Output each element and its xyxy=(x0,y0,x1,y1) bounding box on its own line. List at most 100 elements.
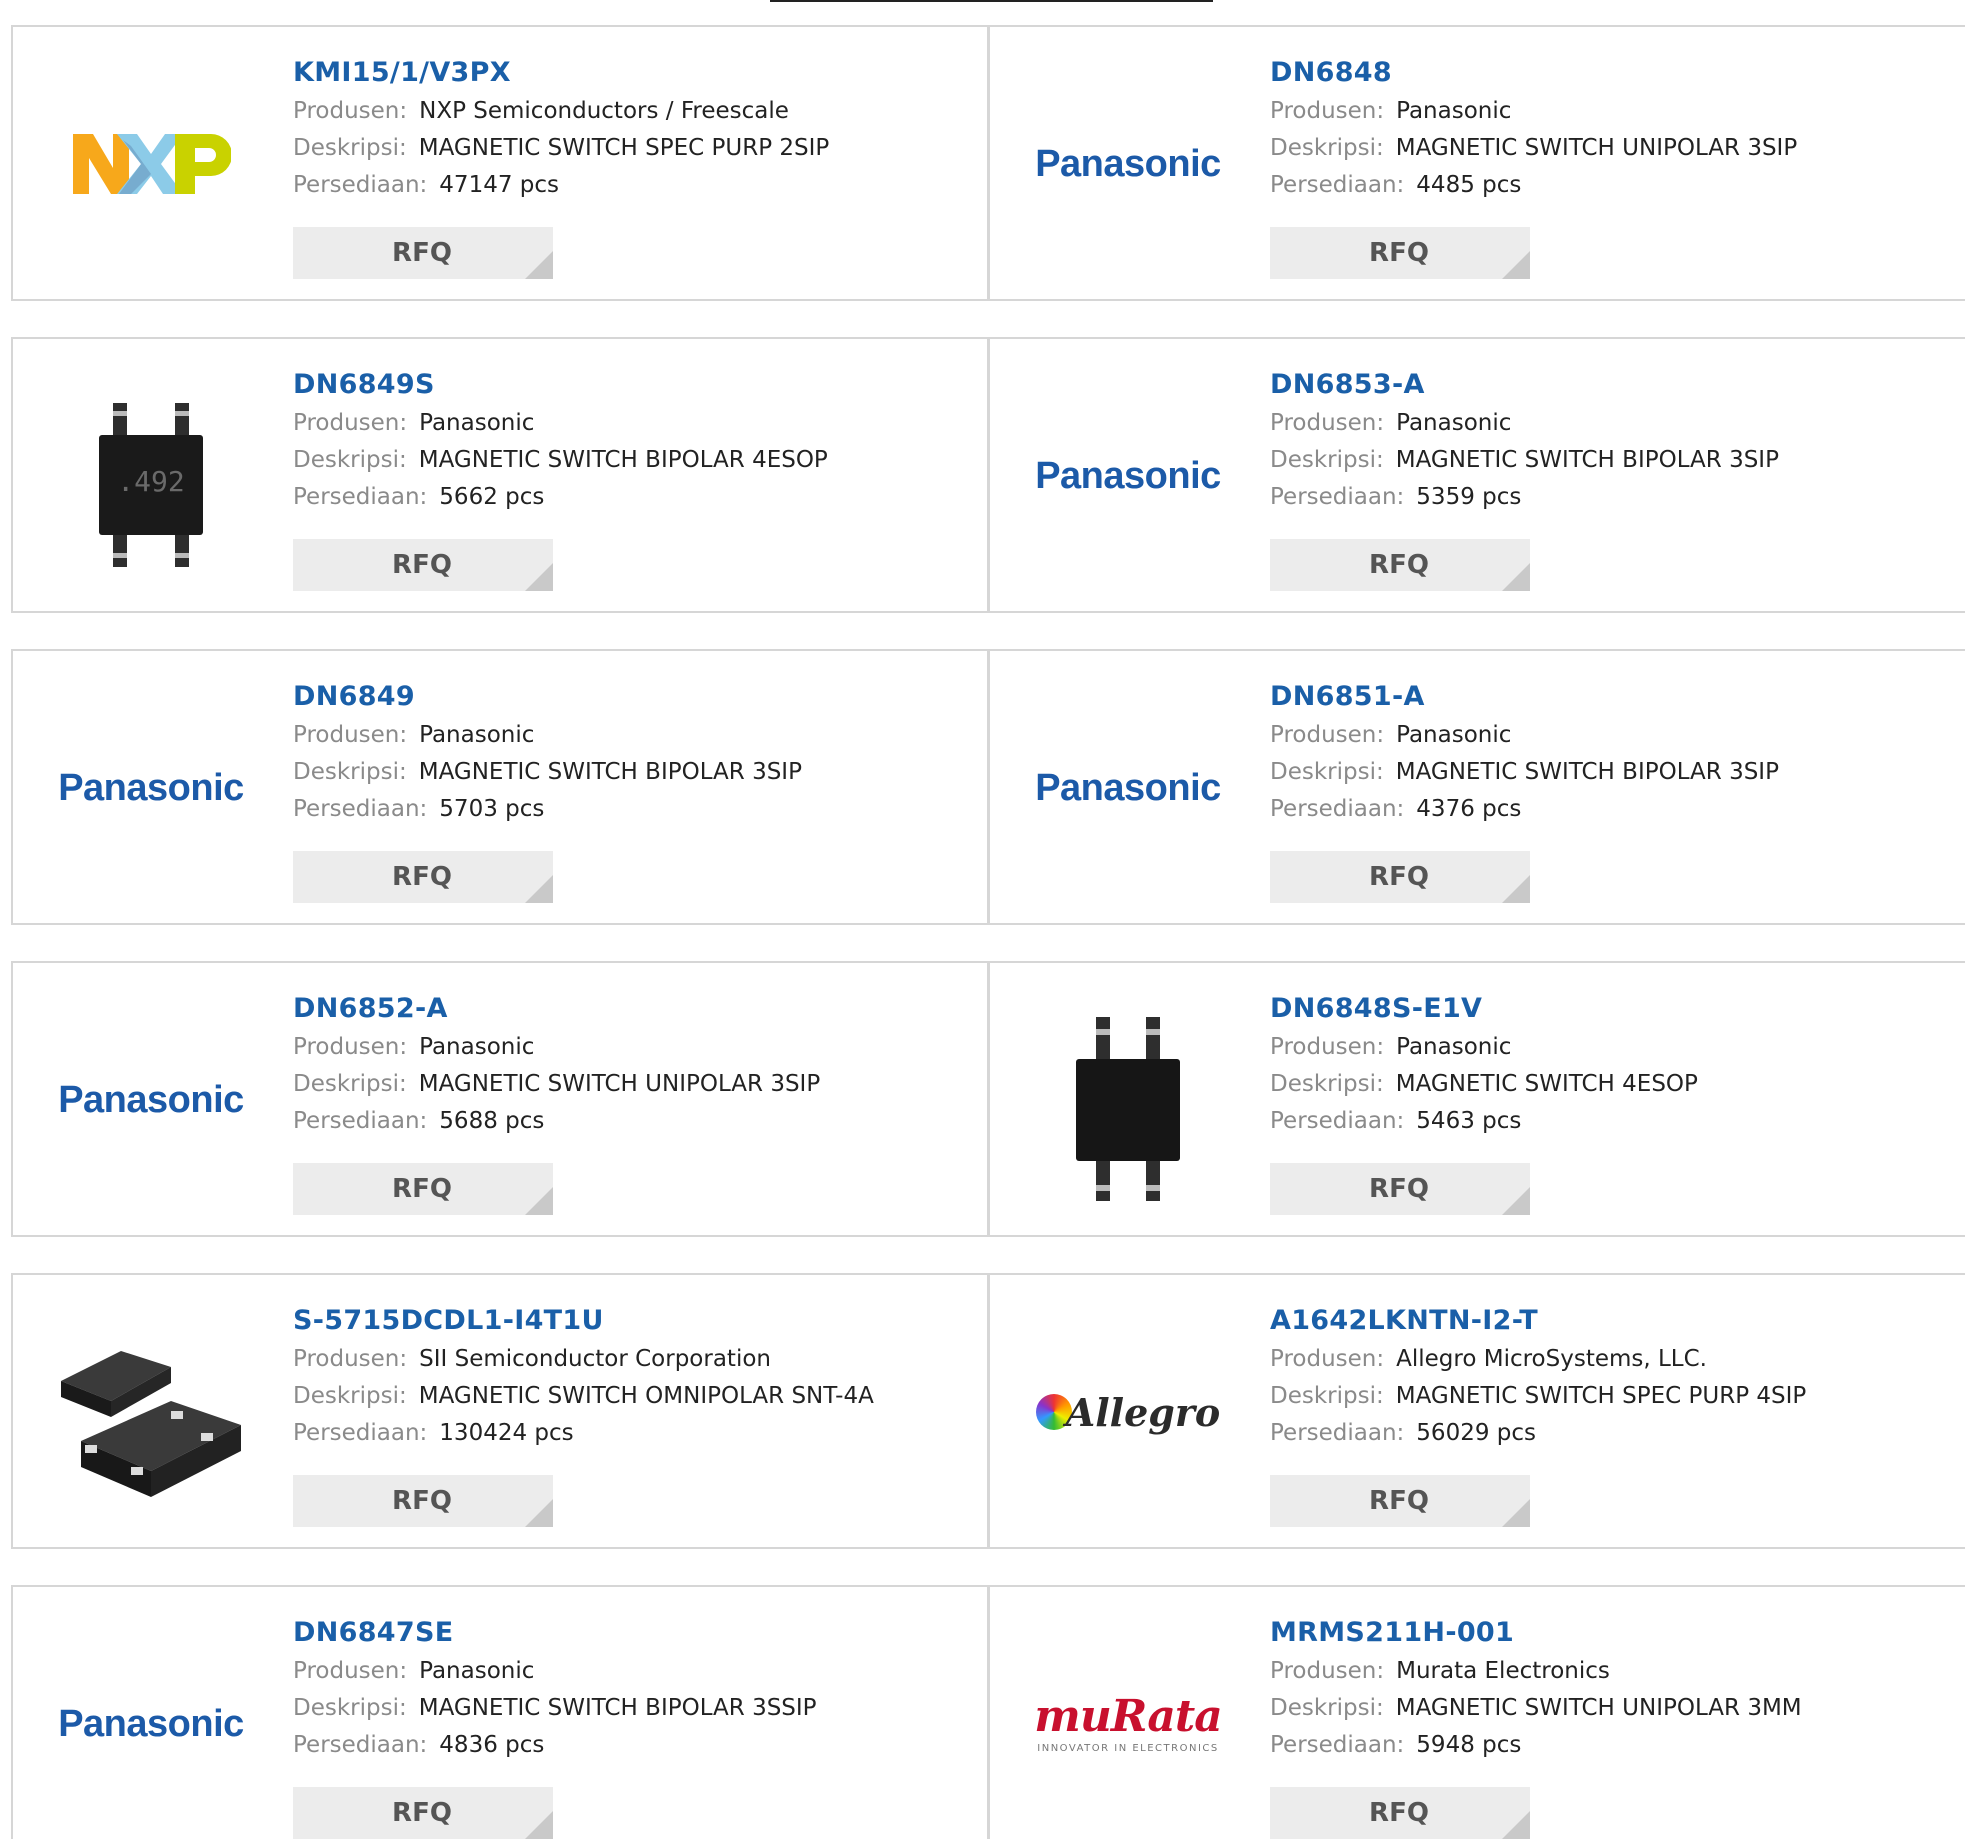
manufacturer-logo xyxy=(51,129,251,199)
rfq-button[interactable]: RFQ xyxy=(293,539,553,591)
part-number-link[interactable]: DN6851-A xyxy=(1270,677,1779,717)
product-card: Panasonic DN6849 Produsen: Panasonic Desk… xyxy=(11,649,989,925)
description-row: Deskripsi: MAGNETIC SWITCH BIPOLAR 3SIP xyxy=(293,754,802,791)
rfq-button[interactable]: RFQ xyxy=(1270,227,1530,279)
rfq-button[interactable]: RFQ xyxy=(293,851,553,903)
stock-row: Persediaan: 4836 pcs xyxy=(293,1727,817,1764)
description-value: MAGNETIC SWITCH OMNIPOLAR SNT-4A xyxy=(418,1383,874,1409)
product-info: DN6847SE Produsen: Panasonic Deskripsi: MA… xyxy=(293,1613,817,1764)
description-row: Deskripsi: MAGNETIC SWITCH OMNIPOLAR SNT-… xyxy=(293,1378,874,1415)
part-number-link[interactable]: DN6849S xyxy=(293,365,828,405)
rfq-button[interactable]: RFQ xyxy=(1270,1787,1530,1839)
product-info: DN6848S-E1V Produsen: Panasonic Deskripsi… xyxy=(1270,989,1698,1140)
manufacturer-label: Produsen: xyxy=(1270,1658,1385,1684)
description-value: MAGNETIC SWITCH UNIPOLAR 3SIP xyxy=(418,1071,821,1097)
manufacturer-value: Murata Electronics xyxy=(1396,1658,1610,1684)
product-grid: KMI15/1/V3PX Produsen: NXP Semiconductors… xyxy=(11,25,1965,1839)
part-number-link[interactable]: KMI15/1/V3PX xyxy=(293,53,829,93)
part-number-link[interactable]: MRMS211H-001 xyxy=(1270,1613,1802,1653)
part-number-link[interactable]: DN6853-A xyxy=(1270,365,1779,405)
description-label: Deskripsi: xyxy=(293,135,407,161)
description-row: Deskripsi: MAGNETIC SWITCH BIPOLAR 4ESOP xyxy=(293,442,828,479)
part-number-link[interactable]: A1642LKNTN-I2-T xyxy=(1270,1301,1806,1341)
stock-value: 4485 pcs xyxy=(1416,172,1522,198)
stock-label: Persediaan: xyxy=(293,1732,428,1758)
part-number-link[interactable]: DN6848S-E1V xyxy=(1270,989,1698,1029)
description-row: Deskripsi: MAGNETIC SWITCH BIPOLAR 3SIP xyxy=(1270,754,1779,791)
manufacturer-logo: Panasonic xyxy=(1028,753,1228,823)
product-card: Panasonic DN6853-A Produsen: Panasonic De… xyxy=(989,337,1965,613)
product-info: DN6853-A Produsen: Panasonic Deskripsi: MA… xyxy=(1270,365,1779,516)
product-card: DN6848S-E1V Produsen: Panasonic Deskripsi… xyxy=(989,961,1965,1237)
rfq-button[interactable]: RFQ xyxy=(1270,1163,1530,1215)
product-row: KMI15/1/V3PX Produsen: NXP Semiconductors… xyxy=(11,25,1965,301)
rfq-button[interactable]: RFQ xyxy=(1270,1475,1530,1527)
manufacturer-logo: Allegro xyxy=(1028,1377,1228,1447)
manufacturer-value: Panasonic xyxy=(419,1034,535,1060)
manufacturer-logo xyxy=(51,1321,251,1521)
manufacturer-row: Produsen: Panasonic xyxy=(1270,93,1797,130)
product-info: DN6849 Produsen: Panasonic Deskripsi: MAGN… xyxy=(293,677,802,828)
rfq-button[interactable]: RFQ xyxy=(293,1787,553,1839)
product-card: muRata INNOVATOR IN ELECTRONICS MRMS211H-… xyxy=(989,1585,1965,1839)
stock-row: Persediaan: 130424 pcs xyxy=(293,1415,874,1452)
rfq-button[interactable]: RFQ xyxy=(1270,851,1530,903)
stock-value: 5463 pcs xyxy=(1416,1108,1522,1134)
stock-label: Persediaan: xyxy=(1270,796,1405,822)
manufacturer-logo: Panasonic xyxy=(1028,129,1228,199)
product-info: DN6848 Produsen: Panasonic Deskripsi: MAGN… xyxy=(1270,53,1797,204)
manufacturer-value: Allegro MicroSystems, LLC. xyxy=(1396,1346,1707,1372)
stock-row: Persediaan: 47147 pcs xyxy=(293,167,829,204)
description-label: Deskripsi: xyxy=(293,1383,407,1409)
chip-marking: .492 xyxy=(117,465,184,498)
stock-row: Persediaan: 56029 pcs xyxy=(1270,1415,1806,1452)
stock-value: 4836 pcs xyxy=(439,1732,545,1758)
manufacturer-label: Produsen: xyxy=(1270,722,1385,748)
description-value: MAGNETIC SWITCH 4ESOP xyxy=(1395,1071,1698,1097)
product-info: KMI15/1/V3PX Produsen: NXP Semiconductors… xyxy=(293,53,829,204)
description-row: Deskripsi: MAGNETIC SWITCH SPEC PURP 2SIP xyxy=(293,130,829,167)
manufacturer-row: Produsen: Panasonic xyxy=(1270,405,1779,442)
nxp-logo xyxy=(73,134,231,194)
panasonic-logo: Panasonic xyxy=(1035,142,1221,185)
rfq-button[interactable]: RFQ xyxy=(1270,539,1530,591)
manufacturer-value: Panasonic xyxy=(419,722,535,748)
product-info: S-5715DCDL1-I4T1U Produsen: SII Semicondu… xyxy=(293,1301,874,1452)
product-row: Panasonic DN6852-A Produsen: Panasonic De… xyxy=(11,961,1965,1237)
product-card: KMI15/1/V3PX Produsen: NXP Semiconductors… xyxy=(11,25,989,301)
manufacturer-row: Produsen: Panasonic xyxy=(293,405,828,442)
part-number-link[interactable]: DN6849 xyxy=(293,677,802,717)
stock-label: Persediaan: xyxy=(293,172,428,198)
manufacturer-row: Produsen: Murata Electronics xyxy=(1270,1653,1802,1690)
top-divider xyxy=(770,0,1213,2)
manufacturer-logo xyxy=(1028,1009,1228,1209)
product-info: DN6851-A Produsen: Panasonic Deskripsi: MA… xyxy=(1270,677,1779,828)
manufacturer-label: Produsen: xyxy=(293,1346,408,1372)
rfq-button[interactable]: RFQ xyxy=(293,1475,553,1527)
manufacturer-row: Produsen: NXP Semiconductors / Freescale xyxy=(293,93,829,130)
part-number-link[interactable]: DN6847SE xyxy=(293,1613,817,1653)
manufacturer-label: Produsen: xyxy=(293,1658,408,1684)
stock-value: 56029 pcs xyxy=(1416,1420,1537,1446)
description-label: Deskripsi: xyxy=(1270,1071,1384,1097)
part-number-link[interactable]: DN6848 xyxy=(1270,53,1797,93)
rfq-button[interactable]: RFQ xyxy=(293,227,553,279)
manufacturer-logo: Panasonic xyxy=(51,1065,251,1135)
stock-label: Persediaan: xyxy=(1270,1732,1405,1758)
stock-value: 5688 pcs xyxy=(439,1108,545,1134)
description-value: MAGNETIC SWITCH SPEC PURP 4SIP xyxy=(1395,1383,1807,1409)
manufacturer-label: Produsen: xyxy=(1270,1346,1385,1372)
part-number-link[interactable]: S-5715DCDL1-I4T1U xyxy=(293,1301,874,1341)
stock-value: 5359 pcs xyxy=(1416,484,1522,510)
panasonic-logo: Panasonic xyxy=(58,1702,244,1745)
description-row: Deskripsi: MAGNETIC SWITCH UNIPOLAR 3SIP xyxy=(1270,130,1797,167)
description-row: Deskripsi: MAGNETIC SWITCH BIPOLAR 3SIP xyxy=(1270,442,1779,479)
description-value: MAGNETIC SWITCH BIPOLAR 3SIP xyxy=(1395,759,1779,785)
manufacturer-row: Produsen: Panasonic xyxy=(1270,1029,1698,1066)
description-label: Deskripsi: xyxy=(1270,759,1384,785)
rfq-button[interactable]: RFQ xyxy=(293,1163,553,1215)
product-info: DN6852-A Produsen: Panasonic Deskripsi: MA… xyxy=(293,989,820,1140)
manufacturer-label: Produsen: xyxy=(1270,410,1385,436)
manufacturer-label: Produsen: xyxy=(1270,98,1385,124)
part-number-link[interactable]: DN6852-A xyxy=(293,989,820,1029)
